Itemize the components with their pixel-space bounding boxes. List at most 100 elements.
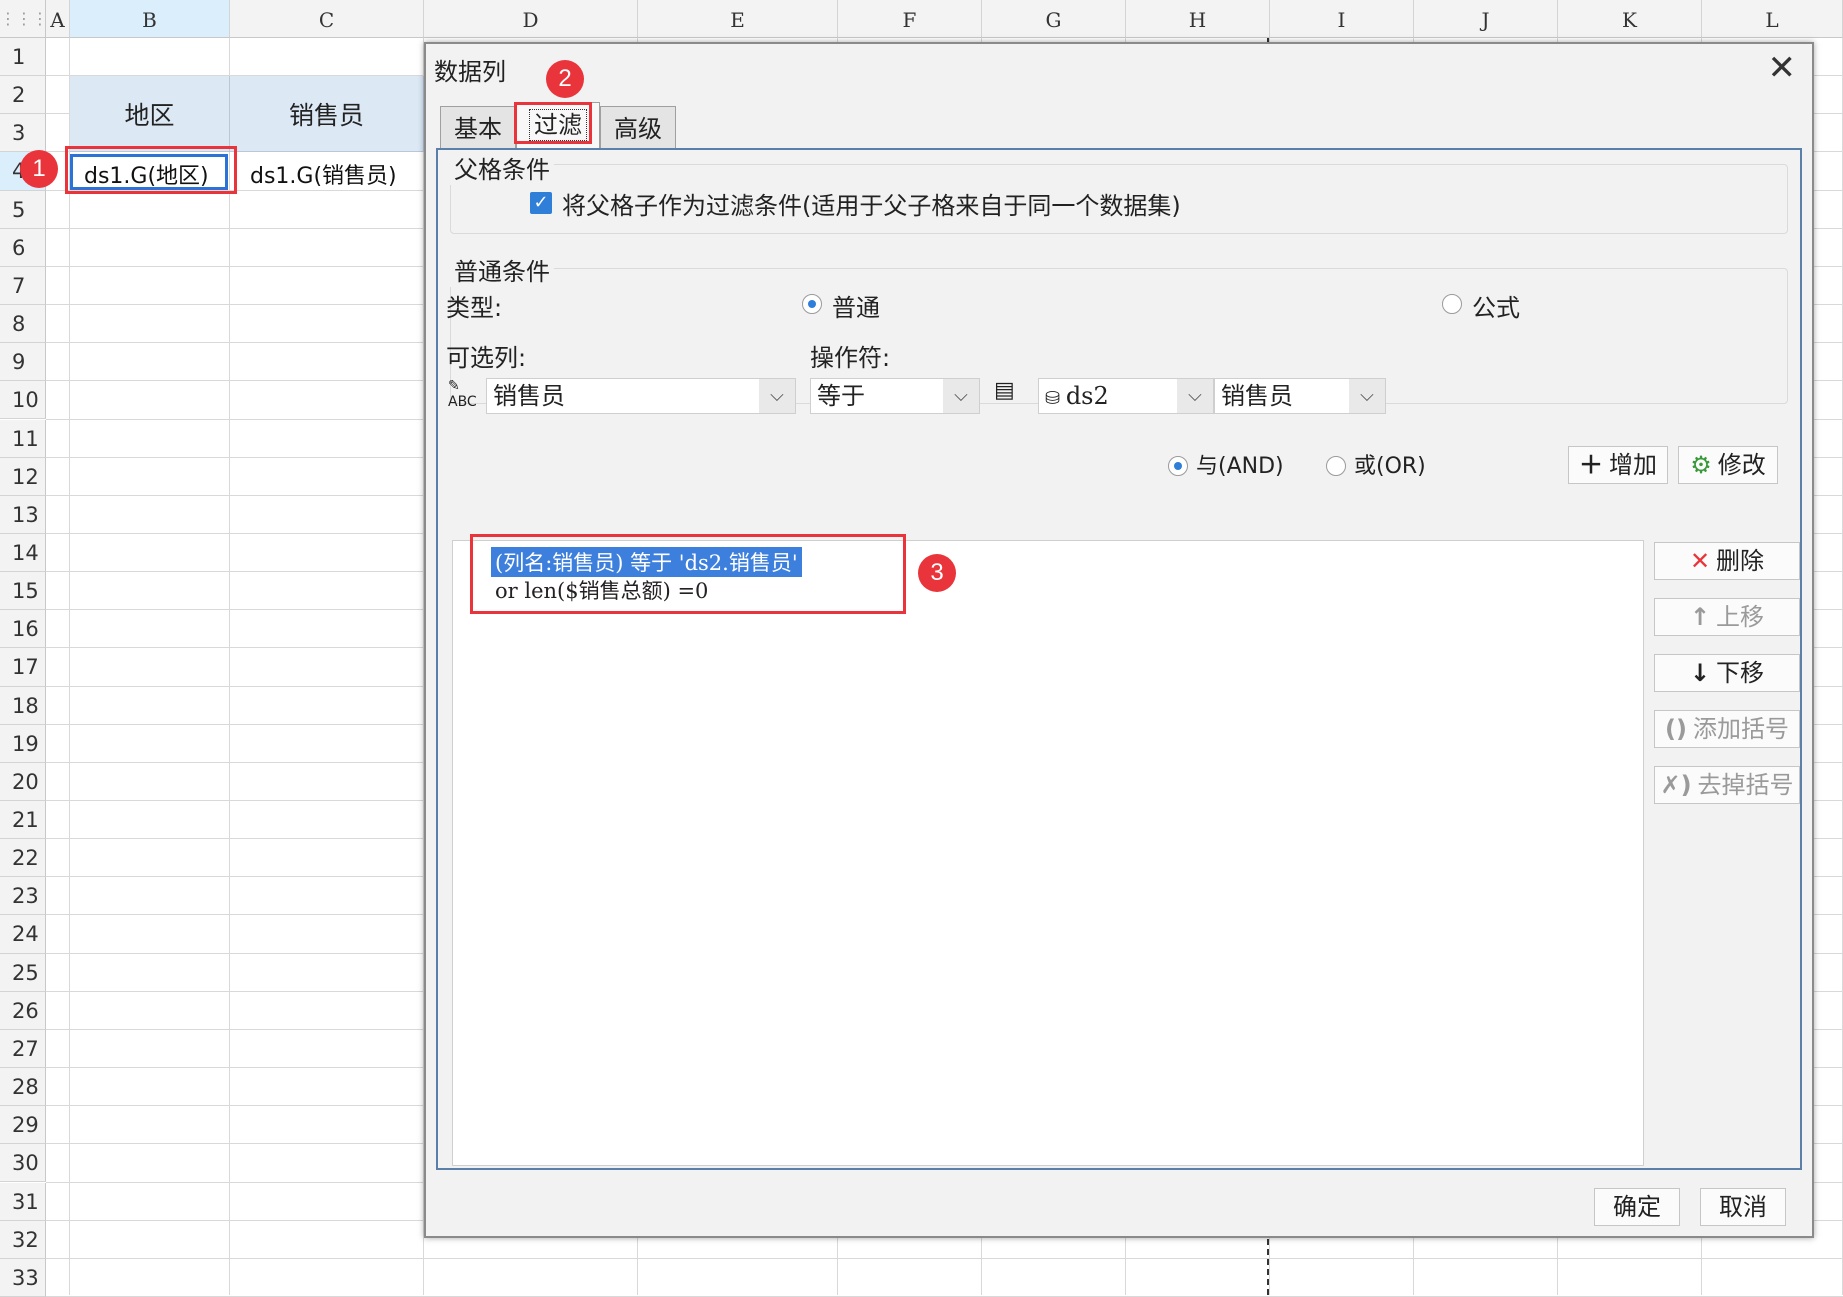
column-type-icon[interactable]: ✎ ABC: [448, 378, 477, 410]
row-header-30[interactable]: 30: [0, 1144, 46, 1183]
column-header-k[interactable]: K: [1558, 0, 1702, 38]
add-bracket-button[interactable]: () 添加括号: [1654, 710, 1800, 748]
logic-radio-and[interactable]: [1168, 456, 1188, 476]
row-header-10[interactable]: 10: [0, 381, 46, 420]
annotation-box-1: [65, 146, 237, 194]
column-header-c[interactable]: C: [230, 0, 424, 38]
filter-panel: 父格条件 ✓ 将父格子作为过滤条件(适用于父子格来自于同一个数据集) 普通条件 …: [436, 148, 1802, 1170]
cell-c4[interactable]: ds1.G(销售员): [250, 158, 397, 190]
column-header-i[interactable]: I: [1270, 0, 1414, 38]
modify-button[interactable]: ⚙ 修改: [1678, 446, 1778, 484]
row-header-2[interactable]: 2: [0, 76, 46, 115]
add-button[interactable]: ＋增加: [1568, 446, 1668, 484]
row-header-26[interactable]: 26: [0, 991, 46, 1030]
delete-x-icon: ✕: [1689, 547, 1711, 575]
parent-filter-checkbox[interactable]: ✓: [530, 192, 552, 214]
chevron-down-icon[interactable]: ⌵: [1177, 379, 1213, 413]
row-header-5[interactable]: 5: [0, 190, 46, 229]
row-header-17[interactable]: 17: [0, 648, 46, 687]
row-header-19[interactable]: 19: [0, 724, 46, 763]
row-header-25[interactable]: 25: [0, 953, 46, 992]
row-header-23[interactable]: 23: [0, 877, 46, 916]
remove-bracket-button[interactable]: ✗) 去掉括号: [1654, 766, 1800, 804]
row-header-33[interactable]: 33: [0, 1258, 46, 1297]
row-header-21[interactable]: 21: [0, 801, 46, 840]
column-header-a[interactable]: A: [46, 0, 70, 38]
column-header-f[interactable]: F: [838, 0, 982, 38]
row-header-29[interactable]: 29: [0, 1106, 46, 1145]
column-header-b[interactable]: B: [70, 0, 230, 38]
row-header-32[interactable]: 32: [0, 1220, 46, 1259]
row-header-7[interactable]: 7: [0, 266, 46, 306]
row-header-31[interactable]: 31: [0, 1182, 46, 1221]
parent-filter-label[interactable]: 将父格子作为过滤条件(适用于父子格来自于同一个数据集): [562, 186, 1181, 221]
annotation-box-3: [470, 534, 906, 614]
column-select[interactable]: 销售员 ⌵: [486, 378, 796, 414]
column-header-h[interactable]: H: [1126, 0, 1270, 38]
row-header-1[interactable]: 1: [0, 38, 46, 77]
type-radio-normal[interactable]: [802, 294, 822, 314]
column-header-d[interactable]: D: [424, 0, 638, 38]
operator-label: 操作符:: [810, 344, 891, 372]
row-header-13[interactable]: 13: [0, 495, 46, 534]
row-header-27[interactable]: 27: [0, 1029, 46, 1069]
move-up-button[interactable]: ↑ 上移: [1654, 598, 1800, 636]
row-header-6[interactable]: 6: [0, 228, 46, 267]
type-radio-formula[interactable]: [1442, 294, 1462, 314]
chevron-down-icon[interactable]: ⌵: [1349, 379, 1385, 413]
row-header-20[interactable]: 20: [0, 762, 46, 801]
field-select[interactable]: 销售员 ⌵: [1214, 378, 1386, 414]
header-cell-region-text: 地区: [124, 101, 175, 130]
header-cell-region[interactable]: 地区: [70, 76, 230, 152]
row-header-24[interactable]: 24: [0, 915, 46, 954]
table-icon[interactable]: ▤: [994, 378, 1015, 403]
type-radio-normal-label[interactable]: 普通: [832, 288, 880, 323]
move-down-button-label: 下移: [1716, 659, 1765, 687]
parent-condition-title: 父格条件: [450, 150, 554, 185]
logic-radio-or[interactable]: [1326, 456, 1346, 476]
column-header-g[interactable]: G: [982, 0, 1126, 38]
add-bracket-button-label: 添加括号: [1692, 715, 1789, 743]
row-header-8[interactable]: 8: [0, 305, 46, 344]
row-header-9[interactable]: 9: [0, 343, 46, 382]
data-column-dialog[interactable]: 数据列 ✕ 基本 过滤 高级 2 父格条件 ✓ 将父格子作为过滤条件(适用于父子…: [424, 42, 1814, 1238]
grid-icon[interactable]: ⋮⋮⋮: [0, 0, 48, 38]
row-header-12[interactable]: 12: [0, 457, 46, 496]
header-cell-salesperson[interactable]: 销售员: [230, 76, 424, 152]
row-header-3[interactable]: 3: [0, 114, 46, 153]
column-header-e[interactable]: E: [638, 0, 838, 38]
type-radio-formula-label[interactable]: 公式: [1472, 288, 1520, 323]
field-select-value: 销售员: [1221, 382, 1293, 410]
delete-button-label: 删除: [1716, 547, 1765, 575]
close-icon[interactable]: ✕: [1768, 48, 1797, 88]
move-down-button[interactable]: ↓ 下移: [1654, 654, 1800, 692]
row-header-11[interactable]: 11: [0, 419, 46, 458]
logic-radio-and-label[interactable]: 与(AND): [1196, 448, 1284, 480]
column-header-l[interactable]: L: [1702, 0, 1843, 38]
normal-condition-title: 普通条件: [450, 252, 554, 287]
chevron-down-icon[interactable]: ⌵: [759, 379, 795, 413]
operator-select[interactable]: 等于 ⌵: [810, 378, 980, 414]
plus-icon: ＋: [1579, 451, 1603, 479]
row-header-15[interactable]: 15: [0, 572, 46, 611]
chevron-down-icon[interactable]: ⌵: [943, 379, 979, 413]
logic-radio-or-label[interactable]: 或(OR): [1354, 448, 1426, 480]
dataset-select[interactable]: ⛁ ds2 ⌵: [1038, 378, 1214, 414]
cancel-button[interactable]: 取消: [1700, 1188, 1786, 1226]
tab-advanced[interactable]: 高级: [600, 106, 676, 148]
row-header-28[interactable]: 28: [0, 1068, 46, 1107]
header-cell-salesperson-text: 销售员: [288, 101, 364, 130]
row-header-14[interactable]: 14: [0, 533, 46, 573]
delete-button[interactable]: ✕ 删除: [1654, 542, 1800, 580]
dataset-select-value: ds2: [1065, 382, 1109, 410]
tab-basic[interactable]: 基本: [440, 106, 516, 148]
row-header-22[interactable]: 22: [0, 839, 46, 878]
row-header-16[interactable]: 16: [0, 610, 46, 649]
edit-icon: ⚙: [1690, 451, 1712, 479]
tab-advanced-label: 高级: [614, 115, 662, 143]
column-header-j[interactable]: J: [1414, 0, 1558, 38]
condition-list[interactable]: (列名:销售员) 等于 'ds2.销售员' or len($销售总额) =0: [452, 540, 1644, 1166]
row-header-18[interactable]: 18: [0, 686, 46, 725]
column-select-value: 销售员: [493, 382, 565, 410]
ok-button[interactable]: 确定: [1594, 1188, 1680, 1226]
